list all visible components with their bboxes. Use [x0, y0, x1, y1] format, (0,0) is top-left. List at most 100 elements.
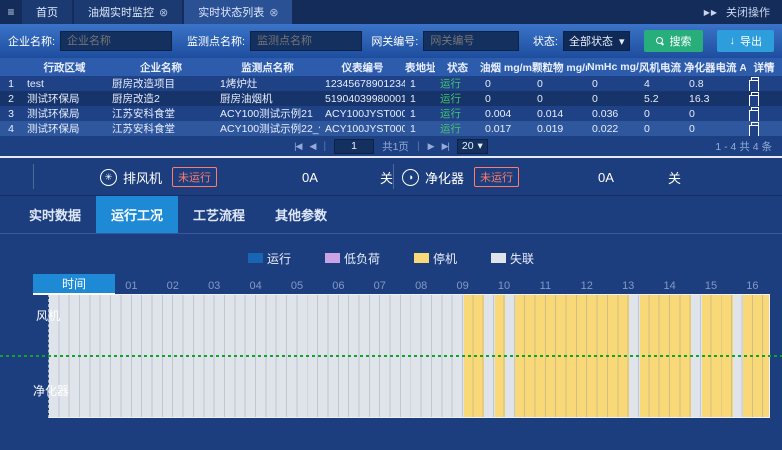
topbar-tab[interactable]: 油烟实时监控⊗	[74, 0, 182, 24]
legend-swatch	[491, 253, 506, 263]
addr-cell: 1	[405, 106, 435, 121]
enterprise-cell: 厨房改造项目	[107, 76, 215, 91]
enterprise-cell: 江苏安科食堂	[107, 106, 215, 121]
detail-cell[interactable]	[746, 76, 782, 91]
tab-close-icon[interactable]: ⊗	[269, 6, 278, 19]
topbar-tab[interactable]: 实时状态列表⊗	[184, 0, 292, 24]
first-page-icon[interactable]: |◀	[294, 141, 301, 152]
table-row[interactable]: 3测试环保局江苏安科食堂ACY100测试示例21ACY100JYST00011运…	[0, 106, 782, 121]
purifier-current-cell: 0.8	[684, 76, 746, 91]
meter-no-cell: 12345678901234	[320, 76, 405, 91]
close-operations-button[interactable]: 关闭操作	[726, 4, 770, 20]
column-header: 详情	[746, 58, 782, 76]
hour-label: 13	[622, 280, 634, 292]
enterprise-input[interactable]	[60, 31, 172, 51]
hour-label: 10	[498, 280, 510, 292]
fan-switch-value: 关	[380, 158, 393, 196]
topbar-tab[interactable]: 首页	[22, 0, 72, 24]
hour-label: 14	[663, 280, 675, 292]
region-cell: test	[22, 76, 107, 91]
fan-current-cell: 5.2	[639, 91, 684, 106]
topbar-tabs: 首页油烟实时监控⊗实时状态列表⊗	[22, 0, 294, 24]
fan-status-badge: 未运行	[172, 167, 217, 187]
enterprise-cell: 江苏安科食堂	[107, 121, 215, 136]
tab-其他参数[interactable]: 其他参数	[260, 196, 342, 233]
top-tab-bar: ≡ 首页油烟实时监控⊗实时状态列表⊗ ▶▶ 关闭操作	[0, 0, 782, 24]
hour-label: 03	[208, 280, 220, 292]
status-select[interactable]: 全部状态 ▾	[563, 31, 631, 51]
chevron-down-icon: ▾	[619, 35, 625, 48]
hour-label: 11	[540, 280, 551, 292]
purifier-switch-value: 关	[668, 158, 681, 196]
tab-运行工况[interactable]: 运行工况	[96, 196, 178, 233]
detail-cell[interactable]	[746, 106, 782, 121]
timeline-track-净化器[interactable]	[49, 356, 769, 417]
table-row[interactable]: 2测试环保局厨房改造2厨房油烟机519040399800011运行0005.21…	[0, 91, 782, 106]
search-icon	[656, 37, 664, 45]
hour-label: 04	[249, 280, 261, 292]
column-header: 油烟 mg/m³	[480, 58, 532, 76]
search-button[interactable]: 搜索	[644, 30, 703, 52]
tab-close-icon[interactable]: ⊗	[159, 6, 168, 19]
topbar-tab-label: 首页	[36, 4, 58, 20]
legend-swatch	[414, 253, 429, 263]
page-size-select[interactable]: 20 ▾	[457, 139, 488, 154]
column-header: NmHc mg/m³	[587, 58, 639, 76]
fan-current-cell: 0	[639, 121, 684, 136]
app-window: ≡ 首页油烟实时监控⊗实时状态列表⊗ ▶▶ 关闭操作 企业名称: 监测点名称: …	[0, 0, 782, 450]
table-row[interactable]: 4测试环保局江苏安科食堂ACY100测试示例22_传感器原始数ACY100JYS…	[0, 121, 782, 136]
point-cell: 厨房油烟机	[215, 91, 320, 106]
tab-实时数据[interactable]: 实时数据	[14, 196, 96, 233]
row-index: 3	[0, 106, 22, 121]
detail-icon[interactable]	[751, 122, 759, 132]
particles-cell: 0.019	[532, 121, 587, 136]
point-input[interactable]	[250, 31, 362, 51]
tab-工艺流程[interactable]: 工艺流程	[178, 196, 260, 233]
detail-section: ✳ 排风机 未运行 0A 关 ◑ 净化器 未运行 0A 关 实时数据运行工况工艺…	[0, 158, 782, 450]
row-index: 1	[0, 76, 22, 91]
hour-label: 09	[456, 280, 468, 292]
chevron-down-icon: ▾	[478, 140, 483, 152]
monitor-table: 行政区域企业名称监测点名称仪表编号表地址状态油烟 mg/m³颗粒物 mg/m³N…	[0, 58, 782, 136]
hour-label: 02	[167, 280, 179, 292]
purifier-current-cell: 0	[684, 106, 746, 121]
point-cell: ACY100测试示例22_传感器原始数	[215, 121, 320, 136]
menu-icon[interactable]: ≡	[0, 0, 22, 24]
detail-icon[interactable]	[751, 77, 759, 87]
legend-label: 低负荷	[344, 250, 380, 267]
point-cell: ACY100测试示例21	[215, 106, 320, 121]
device-status-row: ✳ 排风机 未运行 0A 关 ◑ 净化器 未运行 0A 关	[0, 158, 782, 196]
prev-page-icon[interactable]: ◀	[309, 141, 315, 152]
last-page-icon[interactable]: ▶|	[442, 141, 449, 152]
export-button[interactable]: ↓ 导出	[717, 30, 774, 52]
status-cell: 运行	[435, 76, 480, 91]
forward-arrows-icon[interactable]: ▶▶	[704, 8, 718, 17]
fan-icon: ✳	[100, 169, 117, 186]
status-label: 状态:	[533, 33, 558, 49]
meter-no-cell: ACY100JYST0001	[320, 106, 405, 121]
detail-icon[interactable]	[751, 107, 759, 117]
detail-cell[interactable]	[746, 91, 782, 106]
filter-bar: 企业名称: 监测点名称: 网关编号: 状态: 全部状态 ▾ 搜索 ↓ 导出	[0, 24, 782, 58]
detail-cell[interactable]	[746, 121, 782, 136]
hour-label: 05	[291, 280, 303, 292]
page-number-input[interactable]	[334, 139, 374, 154]
hour-label: 08	[415, 280, 427, 292]
next-page-icon[interactable]: ▶	[428, 141, 434, 152]
search-button-label: 搜索	[669, 33, 691, 49]
particles-cell: 0	[532, 91, 587, 106]
table-row[interactable]: 1test厨房改造项目1烤炉灶123456789012341运行00040.8	[0, 76, 782, 91]
enterprise-cell: 厨房改造2	[107, 91, 215, 106]
legend-label: 停机	[433, 250, 457, 267]
detail-icon[interactable]	[751, 92, 759, 102]
gateway-input[interactable]	[423, 31, 519, 51]
enterprise-label: 企业名称:	[8, 33, 55, 49]
divider	[33, 164, 34, 189]
column-header: 状态	[435, 58, 480, 76]
timeline-track-风机[interactable]	[49, 295, 769, 356]
point-cell: 1烤炉灶	[215, 76, 320, 91]
legend-swatch	[248, 253, 263, 263]
meter-no-cell: ACY100JYST0002	[320, 121, 405, 136]
fan-name: 排风机	[123, 168, 162, 187]
row-index: 2	[0, 91, 22, 106]
